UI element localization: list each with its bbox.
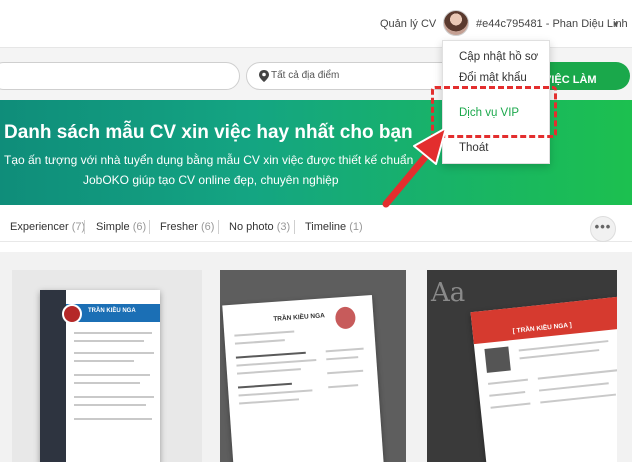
cv-text-line bbox=[519, 349, 600, 360]
cv-text-line bbox=[238, 389, 313, 397]
cv-text-line bbox=[234, 339, 285, 345]
cv-text-line bbox=[327, 369, 364, 375]
cv-text-line bbox=[326, 356, 359, 361]
cv-text-line bbox=[537, 369, 617, 380]
cv-photo bbox=[334, 306, 357, 330]
divider bbox=[84, 220, 85, 234]
cv-preview: TRẦN KIỀU NGA bbox=[40, 290, 160, 462]
keyword-search-input[interactable] bbox=[0, 62, 240, 90]
cv-text-line bbox=[489, 391, 526, 397]
cv-template-card[interactable]: TRẦN KIỀU NGA bbox=[220, 270, 406, 462]
manage-cv-link[interactable]: Quản lý CV bbox=[380, 18, 436, 30]
cv-text-line bbox=[74, 374, 150, 376]
cv-header-band bbox=[470, 296, 617, 345]
filter-no-photo[interactable]: No photo (3) bbox=[229, 221, 290, 233]
divider bbox=[218, 220, 219, 234]
menu-item-change-password[interactable]: Đổi mật khẩu bbox=[459, 72, 527, 84]
cv-template-grid: TRẦN KIỀU NGA TRẦN KIỀU NGA Aa [TRẦN KI… bbox=[0, 252, 632, 462]
cv-photo bbox=[484, 346, 511, 373]
cv-template-card[interactable]: Aa [ TRẦN KIỀU NGA ] bbox=[427, 270, 617, 462]
filter-count: (6) bbox=[132, 221, 147, 233]
pointer-arrow-icon bbox=[382, 127, 447, 208]
cv-text-line bbox=[540, 393, 617, 404]
cv-text-line bbox=[490, 402, 531, 409]
filter-timeline[interactable]: Timeline (1) bbox=[305, 221, 363, 233]
hero-subtitle-line2: JobOKO giúp tạo CV online đẹp, chuyên ng… bbox=[83, 173, 339, 187]
filter-label: Fresher bbox=[160, 221, 198, 233]
filter-experiencer[interactable]: Experiencer (7) bbox=[10, 221, 85, 233]
menu-item-logout[interactable]: Thoát bbox=[459, 142, 488, 154]
cv-preview: TRẦN KIỀU NGA bbox=[222, 294, 384, 462]
more-options-button[interactable]: ••• bbox=[590, 216, 616, 242]
page-title: Danh sách mẫu CV xin việc hay nhất cho b… bbox=[4, 122, 413, 143]
divider bbox=[294, 220, 295, 234]
filter-count: (1) bbox=[349, 221, 363, 233]
divider bbox=[149, 220, 150, 234]
cv-text-line bbox=[74, 360, 134, 362]
user-avatar[interactable] bbox=[443, 10, 469, 36]
cv-text-line bbox=[74, 382, 140, 384]
cv-text-line bbox=[234, 330, 295, 337]
cv-name: TRẦN KIỀU NGA bbox=[88, 308, 136, 314]
filter-count: (6) bbox=[200, 221, 215, 233]
cv-text-line bbox=[328, 384, 359, 389]
cv-name: TRẦN KIỀU NGA bbox=[273, 312, 326, 323]
location-select-label: Tất cả địa điểm bbox=[271, 70, 340, 81]
cv-text-line bbox=[74, 332, 152, 334]
filter-label: Experiencer bbox=[10, 221, 69, 233]
filter-label: Timeline bbox=[305, 221, 347, 233]
filter-count: (3) bbox=[276, 221, 291, 233]
menu-item-update-profile[interactable]: Cập nhật hồ sơ bbox=[459, 51, 538, 63]
hero-subtitle-line1: Tạo ấn tượng với nhà tuyển dụng bằng mẫu… bbox=[4, 153, 414, 167]
decorative-letters: Aa bbox=[431, 278, 466, 308]
cv-text-line bbox=[236, 368, 301, 375]
cv-text-line bbox=[538, 382, 609, 392]
filter-fresher[interactable]: Fresher (6) bbox=[160, 221, 214, 233]
user-account-label[interactable]: #e44c795481 - Phan Diệu Linh bbox=[476, 18, 628, 30]
chevron-down-icon[interactable]: ▼ bbox=[612, 20, 620, 29]
cv-text-line bbox=[235, 351, 306, 359]
cv-text-line bbox=[74, 396, 154, 398]
filter-label: Simple bbox=[96, 221, 130, 233]
cv-template-card[interactable]: TRẦN KIỀU NGA bbox=[12, 270, 202, 462]
cv-text-line bbox=[74, 352, 154, 354]
cv-preview: [ TRẦN KIỀU NGA ] bbox=[470, 296, 617, 462]
filter-simple[interactable]: Simple (6) bbox=[96, 221, 146, 233]
cv-text-line bbox=[74, 418, 152, 420]
location-pin-icon bbox=[259, 70, 269, 82]
cv-text-line bbox=[74, 404, 146, 406]
cv-text-line bbox=[487, 378, 528, 385]
cv-text-line bbox=[237, 382, 292, 389]
cv-filter-bar: Experiencer (7) Simple (6) Fresher (6) N… bbox=[0, 212, 632, 242]
cv-text-line bbox=[325, 347, 364, 353]
filter-label: No photo bbox=[229, 221, 274, 233]
cv-text-line bbox=[236, 359, 317, 367]
cv-photo bbox=[62, 304, 82, 324]
cv-text-line bbox=[74, 340, 144, 342]
cv-text-line bbox=[239, 398, 300, 405]
